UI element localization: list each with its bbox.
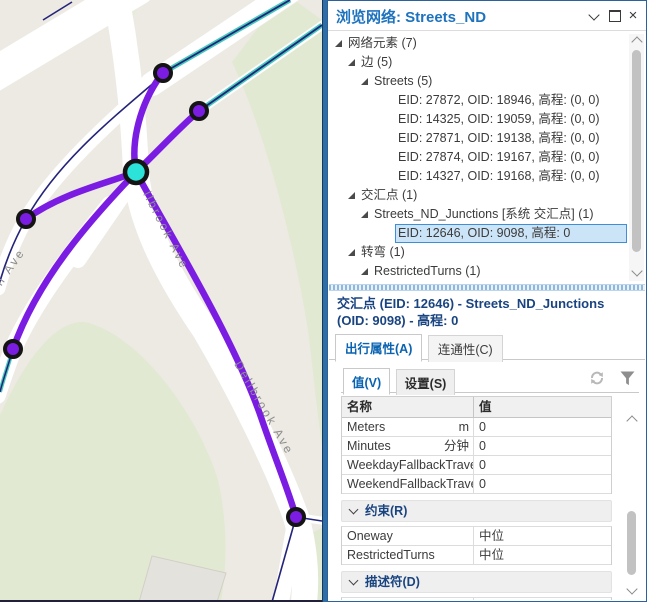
scroll-up-icon[interactable] — [626, 415, 637, 426]
map-view[interactable]: llbrook Ave Dellbrook Ave on Ave — [0, 0, 322, 602]
junction-node[interactable] — [5, 341, 21, 357]
panel-splitter[interactable] — [329, 284, 645, 291]
tree-item-turns[interactable]: 转弯 (1) — [329, 243, 645, 262]
tree-item-eid-14327[interactable]: EID: 14327, OID: 19168, 高程: (0, 0) — [329, 167, 645, 186]
attribute-values-table: 名称 值 Meters m 0 Minutes 分钟 0 — [341, 396, 612, 494]
group-header-restrictions[interactable]: 约束(R) — [341, 500, 612, 522]
tree-item-streets-nd-junctions[interactable]: Streets_ND_Junctions [系统 交汇点] (1) — [329, 205, 645, 224]
refresh-icon[interactable] — [589, 370, 605, 386]
expander-icon[interactable] — [348, 249, 355, 256]
junction-node[interactable] — [288, 509, 304, 525]
expander-icon[interactable] — [361, 268, 368, 275]
table-row-meters: Meters m 0 — [342, 418, 611, 437]
junction-detail-header: 交汇点 (EID: 12646) - Streets_ND_Junctions … — [329, 291, 645, 331]
app-window: llbrook Ave Dellbrook Ave on Ave 浏览网络: S… — [0, 0, 647, 602]
junction-node[interactable] — [155, 65, 171, 81]
descriptors-table: RoadClass 0 — [341, 597, 612, 600]
values-scrollbar[interactable] — [624, 415, 639, 597]
attributes-area: 值(V) 设置(S) — [341, 368, 639, 600]
scroll-up-icon[interactable] — [631, 36, 642, 47]
dock-chevron-icon[interactable] — [586, 8, 602, 24]
table-row-oneway: Oneway 中位 — [342, 527, 611, 546]
attribute-subtabs: 值(V) 设置(S) — [341, 368, 639, 393]
restrictions-table: Oneway 中位 RestrictedTurns 中位 — [341, 526, 612, 565]
expander-icon[interactable] — [348, 192, 355, 199]
tree-item-network-elements[interactable]: 网络元素 (7) — [329, 34, 645, 53]
tree-item-eid-27872[interactable]: EID: 27872, OID: 18946, 高程: (0, 0) — [329, 91, 645, 110]
tab-connectivity[interactable]: 连通性(C) — [428, 335, 503, 362]
explore-network-panel: 浏览网络: Streets_ND × 网络元素 (7) 边 (5) Street… — [327, 0, 647, 602]
filter-icon[interactable] — [620, 371, 635, 386]
table-row-weekday-fallback: WeekdayFallbackTravelTime 0 — [342, 456, 611, 475]
panel-titlebar: 浏览网络: Streets_ND × — [328, 1, 646, 31]
tree-item-edges[interactable]: 边 (5) — [329, 53, 645, 72]
tab-travel-attributes[interactable]: 出行属性(A) — [335, 334, 422, 362]
tree-item-eid-27871[interactable]: EID: 27871, OID: 19138, 高程: (0, 0) — [329, 129, 645, 148]
scroll-down-icon[interactable] — [626, 583, 637, 594]
group-header-descriptors[interactable]: 描述符(D) — [341, 571, 612, 593]
subtab-values[interactable]: 值(V) — [343, 368, 390, 395]
scrollbar-thumb[interactable] — [632, 50, 641, 252]
basemap — [0, 0, 322, 602]
tree-item-restricted-turns[interactable]: RestrictedTurns (1) — [329, 262, 645, 281]
panel-title: 浏览网络: Streets_ND — [336, 6, 486, 27]
chevron-down-icon — [349, 505, 359, 515]
expander-icon[interactable] — [361, 211, 368, 218]
tree-item-streets[interactable]: Streets (5) — [329, 72, 645, 91]
junction-node[interactable] — [191, 103, 207, 119]
scroll-down-icon[interactable] — [631, 265, 642, 276]
detail-tabs: 出行属性(A) 连通性(C) — [329, 334, 645, 360]
table-row-weekend-fallback: WeekendFallbackTravelTime 0 — [342, 475, 611, 494]
tree-item-eid-12646-selected[interactable]: EID: 12646, OID: 9098, 高程: 0 — [329, 224, 645, 243]
expander-icon[interactable] — [335, 40, 342, 47]
network-elements-tree: 网络元素 (7) 边 (5) Streets (5) EID: 27872, O… — [329, 31, 645, 287]
tree-scrollbar[interactable] — [629, 34, 644, 281]
tree-item-eid-27874[interactable]: EID: 27874, OID: 19167, 高程: (0, 0) — [329, 148, 645, 167]
junction-detail-section: 交汇点 (EID: 12646) - Streets_ND_Junctions … — [329, 291, 645, 600]
float-window-icon[interactable] — [607, 8, 623, 24]
chevron-down-icon — [349, 576, 359, 586]
tree-item-eid-14325[interactable]: EID: 14325, OID: 19059, 高程: (0, 0) — [329, 110, 645, 129]
junction-node[interactable] — [18, 211, 34, 227]
tree-item-junctions[interactable]: 交汇点 (1) — [329, 186, 645, 205]
close-icon[interactable]: × — [625, 8, 641, 24]
scrollbar-thumb[interactable] — [627, 511, 636, 575]
subtab-settings[interactable]: 设置(S) — [396, 369, 456, 395]
expander-icon[interactable] — [361, 78, 368, 85]
table-row-minutes: Minutes 分钟 0 — [342, 437, 611, 456]
table-header-row: 名称 值 — [342, 397, 611, 418]
expander-icon[interactable] — [348, 59, 355, 66]
selected-junction-node[interactable] — [125, 161, 147, 183]
table-row-roadclass: RoadClass 0 — [342, 598, 611, 600]
table-row-restrictedturns: RestrictedTurns 中位 — [342, 546, 611, 565]
